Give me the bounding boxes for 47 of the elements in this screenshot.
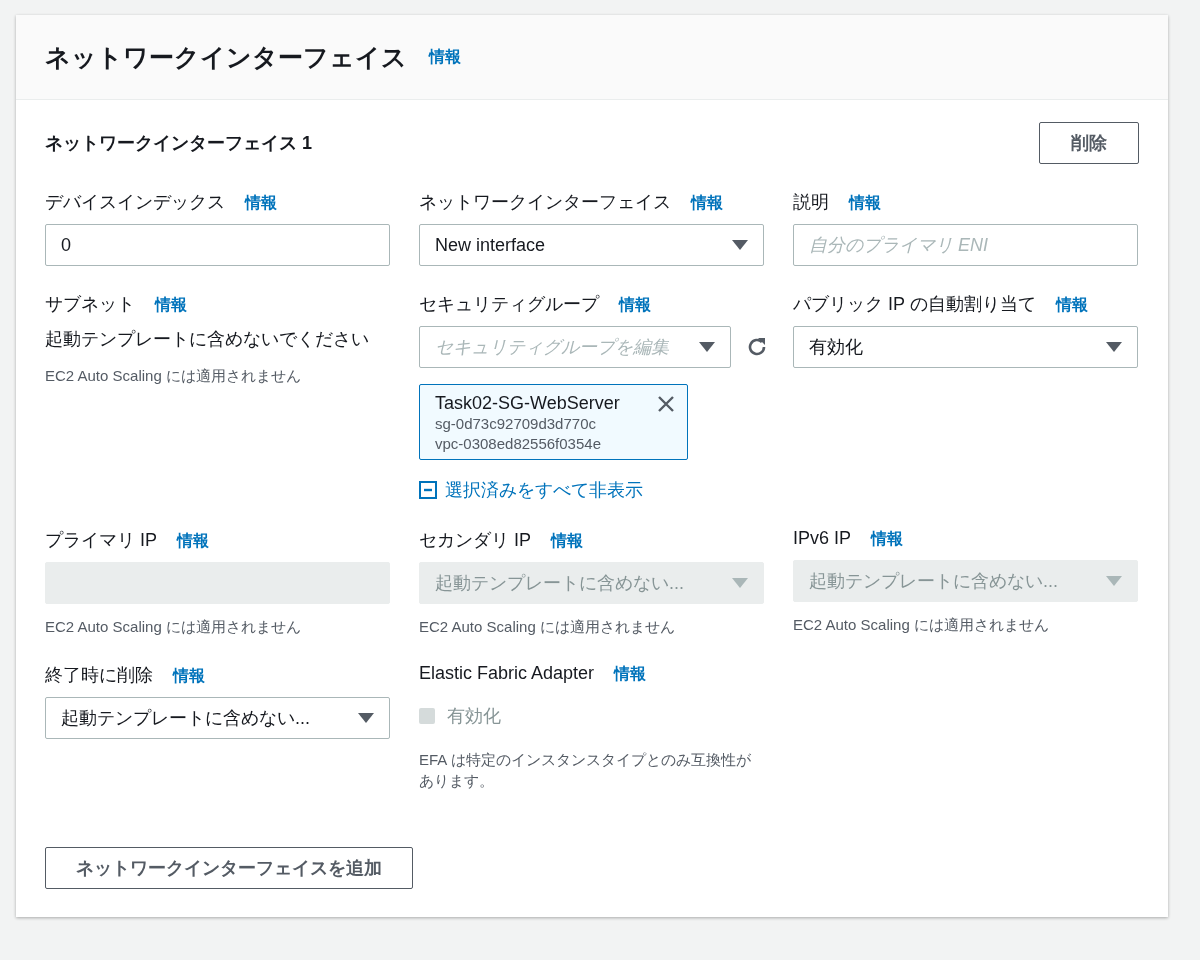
field-label: サブネット: [45, 293, 135, 316]
info-link[interactable]: 情報: [245, 193, 277, 214]
info-link[interactable]: 情報: [429, 46, 461, 68]
caret-icon: [732, 578, 748, 588]
caret-icon: [699, 342, 715, 352]
token-name: Task02-SG-WebServer: [435, 393, 620, 414]
close-icon[interactable]: [657, 394, 675, 413]
hide-selected-link[interactable]: 選択済みをすべて非表示: [419, 478, 643, 502]
info-link[interactable]: 情報: [619, 295, 651, 316]
info-link[interactable]: 情報: [691, 193, 723, 214]
text-field[interactable]: 自分のプライマリ ENI: [793, 224, 1138, 266]
caret-icon: [1106, 342, 1122, 352]
hint-text: EC2 Auto Scaling には適用されません: [45, 617, 301, 637]
dropdown[interactable]: New interface: [419, 224, 764, 266]
hint-text: EFA は特定のインスタンスタイプとのみ互換性があります。: [419, 750, 752, 791]
field-label: プライマリ IP: [45, 529, 157, 552]
text-field[interactable]: 0: [45, 224, 390, 266]
field-label: セカンダリ IP: [419, 529, 531, 552]
minus-square-icon: [419, 481, 437, 499]
field-label: 説明: [793, 191, 829, 214]
info-link[interactable]: 情報: [1055, 295, 1088, 316]
field-label: デバイスインデックス: [45, 191, 225, 214]
field-label: IPv6 IP: [793, 528, 852, 549]
field-label: ネットワークインターフェイス: [419, 191, 671, 214]
dropdown[interactable]: 起動テンプレートに含めない...: [45, 697, 390, 739]
token-detail: vpc-0308ed82556f0354e: [435, 433, 602, 453]
delete-button[interactable]: 削除: [1039, 122, 1139, 164]
hint-text: EC2 Auto Scaling には適用されません: [793, 615, 1049, 635]
field-label: セキュリティグループ: [419, 293, 599, 316]
field-label: パブリック IP の自動割り当て: [793, 293, 1036, 316]
hint-text: EC2 Auto Scaling には適用されません: [419, 617, 675, 637]
add-interface-button[interactable]: ネットワークインターフェイスを追加: [45, 847, 413, 889]
caret-icon: [358, 713, 374, 723]
token-detail: sg-0d73c92709d3d770c: [435, 414, 597, 434]
caret-icon: [1106, 576, 1122, 586]
field-label: Elastic Fabric Adapter: [419, 663, 595, 684]
checkbox-label: 有効化: [447, 705, 501, 728]
info-link[interactable]: 情報: [849, 193, 881, 214]
panel-title: ネットワークインターフェイス: [45, 41, 407, 73]
info-link[interactable]: 情報: [173, 666, 205, 687]
field-label: 終了時に削除: [45, 664, 153, 687]
dropdown[interactable]: 有効化: [793, 326, 1138, 368]
section-title: ネットワークインターフェイス 1: [45, 132, 312, 155]
field-text: 起動テンプレートに含めないでください: [45, 328, 370, 351]
info-link[interactable]: 情報: [155, 295, 187, 316]
hint-text: EC2 Auto Scaling には適用されません: [45, 366, 301, 386]
caret-icon: [732, 240, 748, 250]
